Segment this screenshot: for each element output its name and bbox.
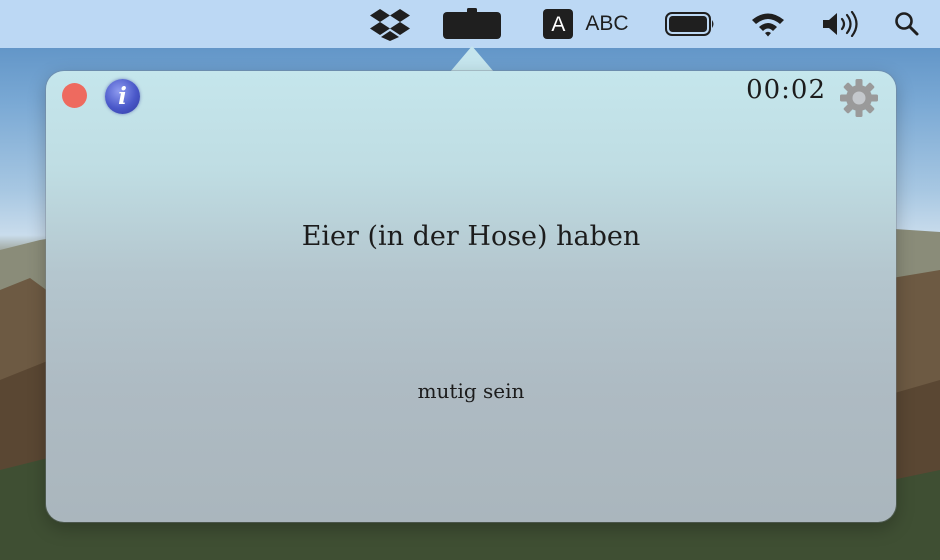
input-source-menu[interactable]: A ABC (538, 0, 634, 48)
popover-arrow (450, 46, 494, 72)
elapsed-timer: 00:02 (746, 75, 826, 105)
input-source-letter: A (543, 9, 574, 39)
dropbox-icon[interactable] (368, 0, 412, 48)
info-button[interactable]: i (105, 79, 140, 114)
flashcard-meaning: mutig sein (417, 379, 525, 403)
battery-icon[interactable] (662, 0, 718, 48)
close-button[interactable] (62, 83, 87, 108)
search-icon[interactable] (890, 0, 924, 48)
app-menubar-icon[interactable] (440, 0, 504, 48)
gear-icon[interactable] (838, 77, 880, 119)
input-source-label: ABC (585, 12, 629, 35)
volume-icon[interactable] (818, 0, 862, 48)
menu-bar: A ABC (0, 0, 940, 48)
flashcard-popover: i 00:02 Eier (in der Hose) haben mutig s… (46, 71, 896, 522)
wifi-icon[interactable] (748, 0, 788, 48)
info-icon: i (118, 83, 127, 110)
flashcard-phrase: Eier (in der Hose) haben (301, 221, 641, 252)
